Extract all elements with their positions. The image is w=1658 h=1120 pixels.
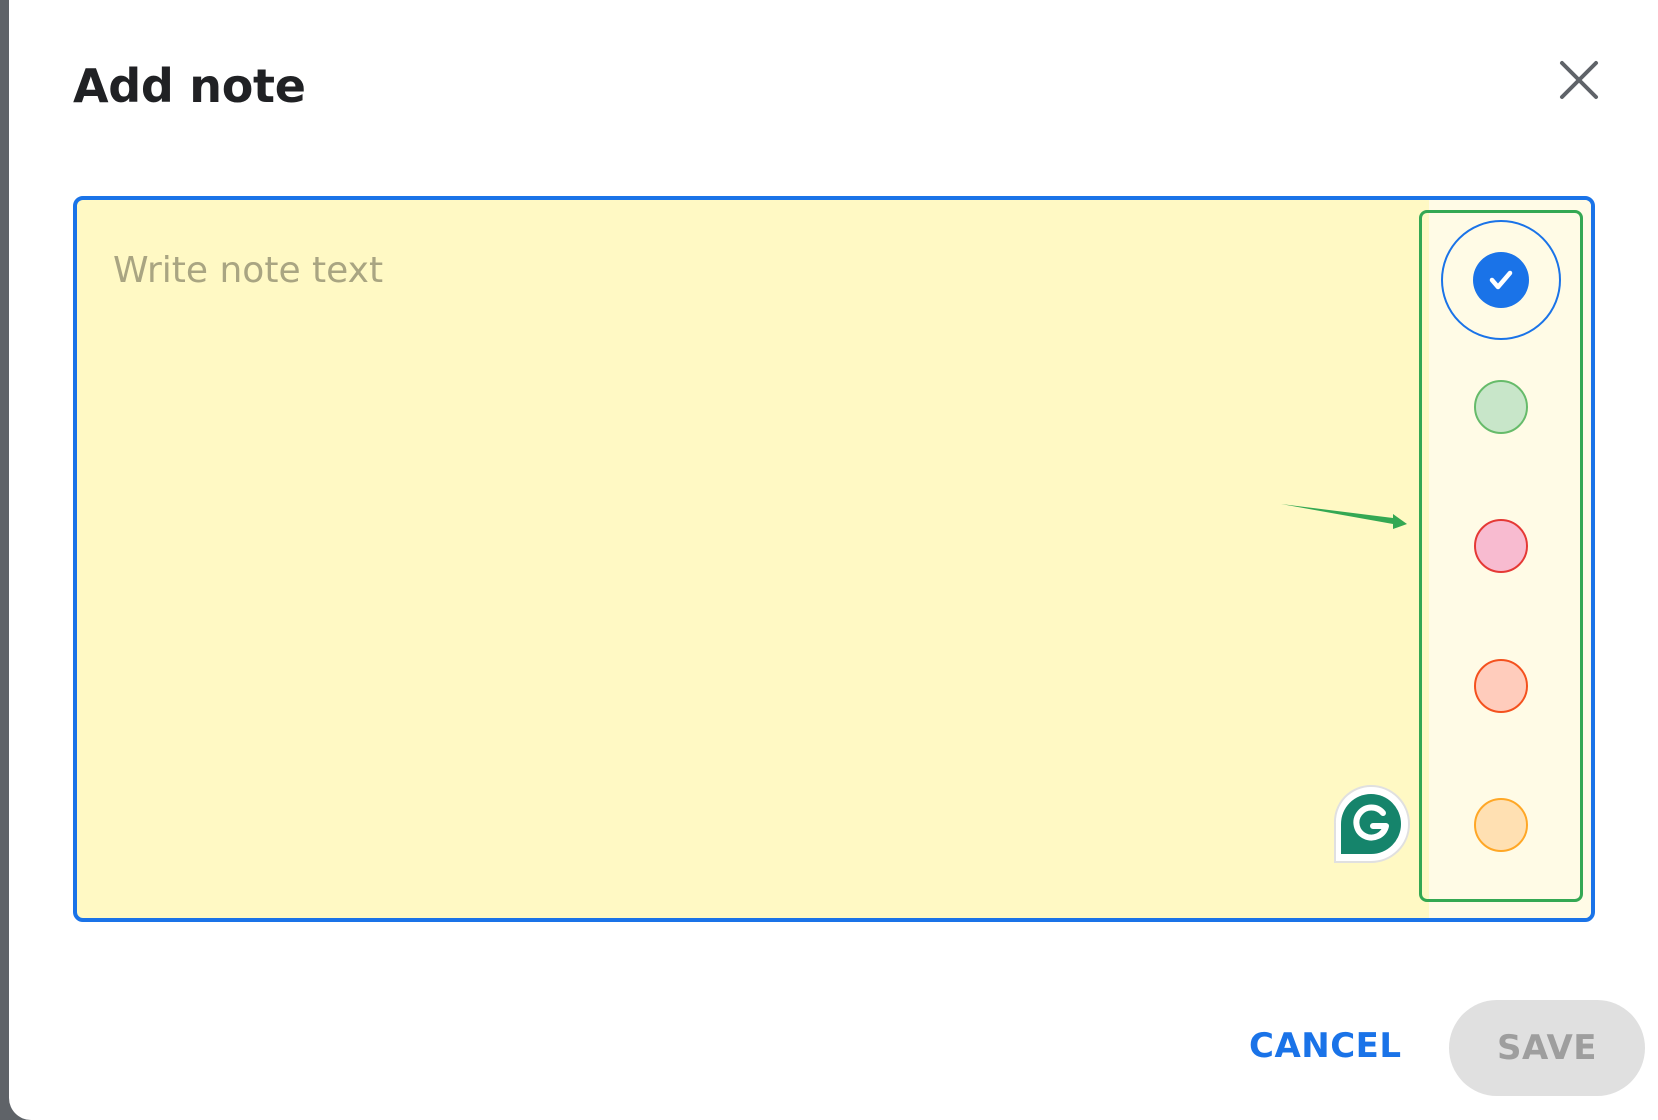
grammarly-icon[interactable]: [1331, 784, 1411, 864]
selected-indicator: [1473, 252, 1529, 308]
color-swatch-orange[interactable]: [1474, 798, 1528, 852]
color-swatch-pink[interactable]: [1474, 519, 1528, 573]
color-swatch-yellow[interactable]: [1441, 220, 1561, 340]
color-swatch-green[interactable]: [1474, 380, 1528, 434]
save-button[interactable]: SAVE: [1449, 1000, 1645, 1096]
note-text-input[interactable]: [77, 200, 1429, 918]
check-icon: [1489, 270, 1513, 290]
cancel-button[interactable]: CANCEL: [1249, 1016, 1402, 1076]
close-icon: [1560, 61, 1598, 99]
color-swatch-salmon[interactable]: [1474, 659, 1528, 713]
dialog-title: Add note: [73, 59, 306, 113]
close-button[interactable]: [1551, 52, 1607, 108]
note-editor: [73, 196, 1595, 922]
add-note-dialog: Add note Write note text CANCEL SAVE: [9, 0, 1658, 1120]
arrow-icon: [1281, 504, 1407, 529]
